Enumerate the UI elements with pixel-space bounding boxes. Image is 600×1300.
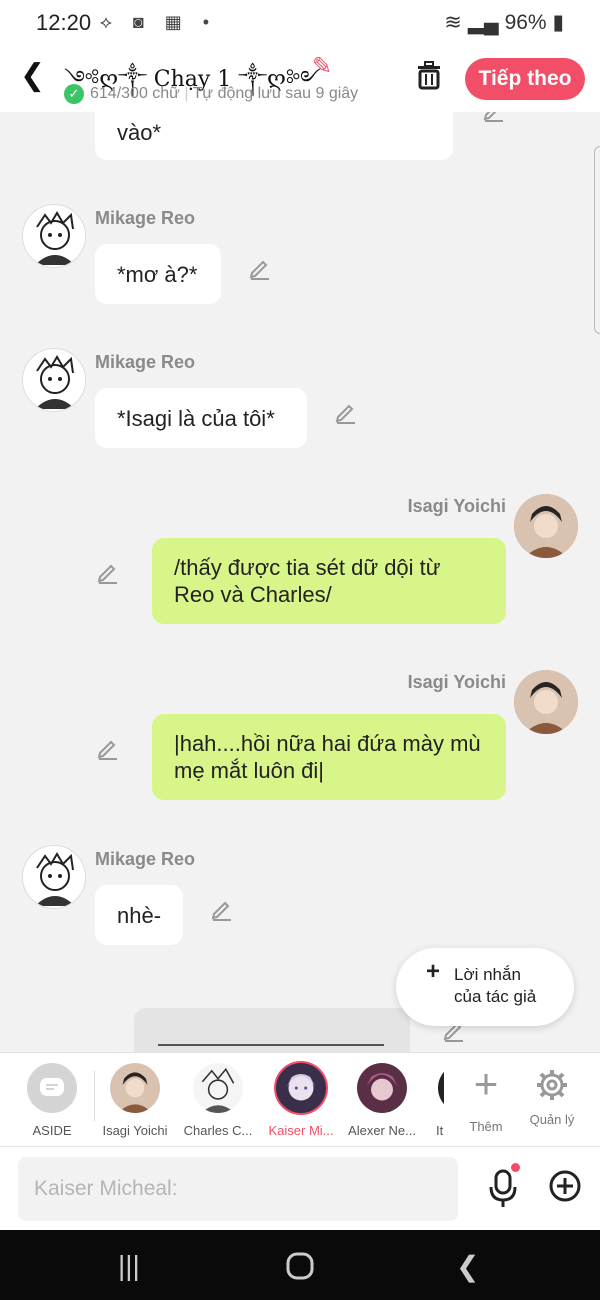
- scrollbar[interactable]: [594, 146, 600, 334]
- message-input[interactable]: [18, 1157, 458, 1221]
- isagi-portrait: [514, 494, 578, 558]
- chat-area[interactable]: vào* Mikage Reo *mơ à?* Mikage Reo *Isag…: [0, 112, 600, 1052]
- character-kaiser[interactable]: Kaiser Mi...: [259, 1063, 343, 1138]
- edit-message-icon[interactable]: [334, 400, 358, 424]
- recording-dot: [511, 1163, 520, 1172]
- signal-icon: ▂▄: [467, 11, 499, 34]
- battery-icon: ▮: [552, 11, 564, 34]
- input-bar: [0, 1146, 600, 1230]
- character-bar: ASIDE Isagi Yoichi Charles C... Kaiser M…: [0, 1052, 600, 1146]
- microphone-icon[interactable]: [486, 1169, 520, 1209]
- status-right: ≋ ▂▄ 96% ▮: [444, 10, 564, 35]
- manage-button[interactable]: Quản lý: [510, 1063, 594, 1127]
- aside-icon: [27, 1063, 77, 1113]
- edit-message-icon[interactable]: [248, 256, 272, 280]
- message-bubble[interactable]: vào*: [95, 112, 453, 160]
- message-bubble[interactable]: |hah....hồi nữa hai đứa mày mù mẹ mắt lu…: [152, 714, 506, 800]
- sender-name: Isagi Yoichi: [407, 496, 506, 516]
- plus-icon: +: [426, 958, 441, 985]
- add-circle-icon[interactable]: [548, 1169, 582, 1203]
- word-count: 614/300 chữ: [90, 85, 180, 103]
- avatar-mikage-reo[interactable]: [22, 845, 86, 909]
- edit-message-icon[interactable]: [210, 897, 234, 921]
- wifi-icon: ≋: [444, 11, 462, 34]
- status-time: 12:20: [36, 10, 92, 35]
- reo-portrait: [35, 211, 75, 265]
- autosave-text: Tự động lưu sau 9 giây: [192, 85, 359, 103]
- sender-name: Mikage Reo: [95, 849, 196, 869]
- gear-icon: [537, 1070, 567, 1100]
- author-note-line2: của tác giả: [454, 987, 537, 1006]
- avatar-mikage-reo[interactable]: [22, 348, 86, 412]
- avatar: [110, 1063, 160, 1113]
- battery-level: 96%: [504, 11, 547, 34]
- edit-message-icon[interactable]: [96, 736, 120, 760]
- editor-header: ❮ ༺ღ༒ Chạy 1 ༒ღ༻ ✎ ✓ 614/300 chữ | Tự độn…: [0, 46, 600, 112]
- character-isagi[interactable]: Isagi Yoichi: [93, 1063, 177, 1138]
- recent-apps-icon[interactable]: |||: [118, 1250, 140, 1282]
- message-bubble[interactable]: /thấy được tia sét dữ dội từ Reo và Char…: [152, 538, 506, 624]
- avatar: [276, 1063, 326, 1113]
- avatar: [193, 1063, 243, 1113]
- author-note-button[interactable]: + Lời nhắn của tác giả: [396, 948, 574, 1026]
- sender-name: Mikage Reo: [95, 352, 196, 372]
- home-icon[interactable]: [286, 1252, 314, 1280]
- check-icon: ✓: [64, 84, 84, 104]
- author-note-line1: Lời nhắn: [454, 965, 521, 984]
- character-aside[interactable]: ASIDE: [10, 1063, 94, 1138]
- avatar-mikage-reo[interactable]: [22, 204, 86, 268]
- message-bubble[interactable]: [134, 1008, 410, 1052]
- trash-icon[interactable]: [415, 60, 443, 90]
- message-bubble[interactable]: *mơ à?*: [95, 244, 221, 304]
- status-bar: 12:20 ⟡ ◙ ▦ • ≋ ▂▄ 96% ▮: [0, 0, 600, 46]
- next-button[interactable]: Tiếp theo: [465, 58, 585, 100]
- back-nav-icon[interactable]: ❮: [456, 1250, 479, 1283]
- reo-portrait: [35, 852, 75, 906]
- character-partial[interactable]: It: [428, 1063, 444, 1143]
- isagi-portrait: [514, 670, 578, 734]
- edit-title-icon[interactable]: ✎: [312, 52, 332, 81]
- sender-name: Isagi Yoichi: [407, 672, 506, 692]
- back-icon[interactable]: ❮: [20, 58, 45, 93]
- system-nav-bar: ||| ❮: [0, 1230, 600, 1300]
- character-charles[interactable]: Charles C...: [176, 1063, 260, 1138]
- notification-icons: ⟡ ◙ ▦ •: [100, 12, 218, 32]
- message-bubble[interactable]: *Isagi là của tôi*: [95, 388, 307, 448]
- reo-portrait: [35, 355, 75, 409]
- placeholder-line: [158, 1044, 384, 1046]
- avatar-isagi-yoichi[interactable]: [514, 670, 578, 734]
- edit-message-icon[interactable]: [482, 112, 506, 122]
- edit-message-icon[interactable]: [96, 560, 120, 584]
- avatar-isagi-yoichi[interactable]: [514, 494, 578, 558]
- save-status: ✓ 614/300 chữ | Tự động lưu sau 9 giây: [64, 84, 358, 104]
- message-bubble[interactable]: nhè-: [95, 885, 183, 945]
- sender-name: Mikage Reo: [95, 208, 196, 228]
- character-alexer[interactable]: Alexer Ne...: [340, 1063, 424, 1138]
- avatar: [357, 1063, 407, 1113]
